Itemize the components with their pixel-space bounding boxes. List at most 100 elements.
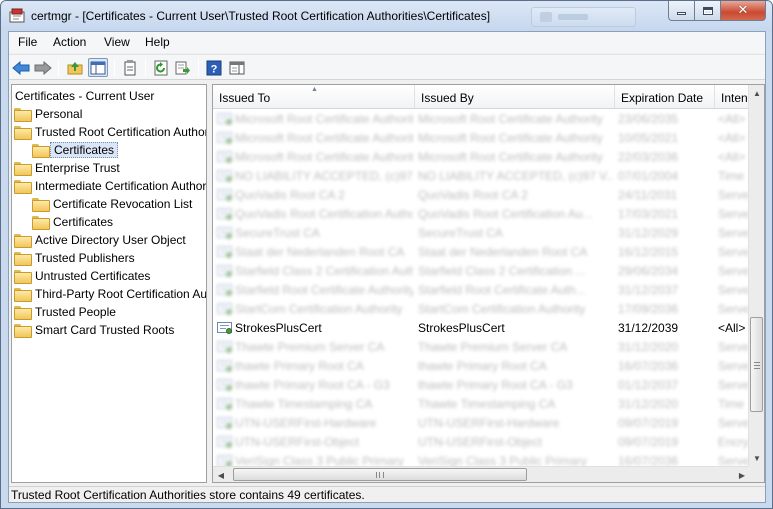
table-row[interactable]: StrokesPlusCert StrokesPlusCert 31/12/2039… [213,319,750,338]
table-row[interactable]: Thawte Timestamping CA Thawte Timestampin… [213,395,750,414]
tree-item[interactable]: Third-Party Root Certification Authoriti… [14,285,207,302]
tree-item[interactable]: Untrusted Certificates [14,267,150,284]
tree-item[interactable]: Smart Card Trusted Roots [14,321,174,338]
table-row[interactable]: Thawte Premium Server CA Thawte Premium S… [213,338,750,357]
cell-expiration: 23/06/2035 [618,112,679,126]
console-tree[interactable]: Certificates - Current User Personal Trus… [11,84,207,483]
tree-item-label: Certificate Revocation List [53,196,193,211]
menu-action[interactable]: Action [53,35,86,49]
table-row[interactable]: NO LIABILITY ACCEPTED, (c)97 VeriSign NO … [213,167,750,186]
vertical-scroll-thumb[interactable] [750,317,763,412]
scroll-down-button[interactable]: ▼ [749,450,764,466]
tree-item[interactable]: Enterprise Trust [14,159,120,176]
title-bar[interactable]: certmgr - [Certificates - Current User\T… [1,1,772,31]
cell-expiration: 31/12/2020 [618,397,679,411]
tree-item-label: Active Directory User Object [35,232,186,247]
refresh-button[interactable] [151,58,171,77]
close-button[interactable]: ✕ [721,1,766,21]
cell-expiration: 17/09/2036 [618,302,679,316]
cell-expiration: 22/03/2036 [618,150,679,164]
cell-issued-by: QuoVadis Root CA 2 [418,188,528,202]
tree-item-label: Third-Party Root Certification Authoriti… [35,286,207,301]
tree-item[interactable]: Personal [14,105,82,122]
cell-expiration: 31/12/2039 [618,321,679,335]
back-arrow-icon [12,60,30,75]
column-issued-by[interactable]: Issued By [415,85,615,108]
cell-issued-to: Microsoft Root Certificate Authority [235,112,413,126]
help-button[interactable]: ? [204,58,224,77]
table-row[interactable]: QuoVadis Root Certification Authority Quo… [213,205,750,224]
show-hide-tree-button[interactable] [88,58,108,77]
tree-item[interactable]: Intermediate Certification Authorities [14,177,206,194]
tree-item[interactable]: Active Directory User Object [14,231,186,248]
folder-icon [14,251,32,266]
cell-purpose: <All> [718,112,746,126]
up-one-level-button[interactable] [65,58,85,77]
scroll-left-button[interactable]: ◀ [213,467,229,482]
minimize-button[interactable] [668,1,695,21]
vertical-scrollbar[interactable]: ▲ ▼ [748,85,764,466]
table-row[interactable]: Microsoft Root Certificate Authority Micr… [213,148,750,167]
cell-issued-to: thawte Primary Root CA [235,359,364,373]
scroll-right-icon: ▶ [738,470,746,480]
table-row[interactable]: Microsoft Root Certificate Authority Micr… [213,129,750,148]
certificate-icon [217,416,233,430]
menu-file[interactable]: File [18,35,37,49]
column-issued-to[interactable]: ▲ Issued To [213,85,415,108]
cell-expiration: 24/11/2031 [618,188,678,202]
cell-purpose: Serve [718,378,750,392]
folder-icon [14,107,32,122]
cell-purpose: Serve [718,302,750,316]
table-row[interactable]: thawte Primary Root CA thawte Primary Roo… [213,357,750,376]
tree-item[interactable]: Trusted Publishers [14,249,135,266]
table-row[interactable]: Starfield Root Certificate Authority Star… [213,281,750,300]
cell-expiration: 09/07/2019 [618,416,679,430]
grip-icon [754,362,760,369]
table-row[interactable]: SecureTrust CA SecureTrust CA 31/12/2029 Se… [213,224,750,243]
tree-item[interactable]: Certificate Revocation List [32,195,192,212]
table-row[interactable]: StartCom Certification Authority StartCom… [213,300,750,319]
certmgr-app-icon [9,8,25,23]
status-bar: Trusted Root Certification Authorities s… [9,486,765,502]
action-pane-button[interactable] [227,58,247,77]
table-row[interactable]: Staat der Nederlanden Root CA Staat der N… [213,243,750,262]
cell-purpose: <All> [718,150,746,164]
scroll-up-button[interactable]: ▲ [749,85,764,101]
table-row[interactable]: Starfield Class 2 Certification Authorit… [213,262,750,281]
column-intended-purposes[interactable]: Intended Purposes [715,85,750,108]
cell-issued-by: Microsoft Root Certificate Authority [418,131,603,145]
tree-item[interactable]: Trusted Root Certification Authorities [14,123,206,140]
horizontal-scrollbar[interactable]: ◀ ▶ [213,466,750,482]
maximize-button[interactable] [695,1,721,21]
scroll-up-icon: ▲ [753,88,761,98]
certmgr-window: certmgr - [Certificates - Current User\T… [0,0,773,509]
column-expiration-date[interactable]: Expiration Date [615,85,715,108]
help-icon: ? [206,60,222,75]
certificate-list[interactable]: ▲ Issued To Issued By Expiration Date In… [212,84,765,483]
table-row[interactable]: thawte Primary Root CA - G3 thawte Primar… [213,376,750,395]
horizontal-scroll-thumb[interactable] [233,468,527,481]
cell-issued-to: NO LIABILITY ACCEPTED, (c)97 VeriSign [235,169,413,183]
menu-help[interactable]: Help [145,35,170,49]
cell-purpose: Encry [718,435,749,449]
tree-root[interactable]: Certificates - Current User [15,87,154,104]
properties-button[interactable] [120,58,140,77]
forward-button[interactable] [33,58,53,77]
cell-issued-to: UTN-USERFirst-Object [235,435,360,449]
tree-root-label: Certificates - Current User [15,88,155,103]
tree-item[interactable]: Certificates [32,141,119,158]
column-expiration-date-label: Expiration Date [621,91,704,105]
export-list-button[interactable] [173,58,193,77]
table-row[interactable]: UTN-USERFirst-Hardware UTN-USERFirst-Hard… [213,414,750,433]
grip-icon [376,472,384,478]
menu-view[interactable]: View [104,35,130,49]
table-row[interactable]: QuoVadis Root CA 2 QuoVadis Root CA 2 24/1… [213,186,750,205]
tree-item[interactable]: Certificates [32,213,113,230]
cell-purpose: Serve [718,340,750,354]
tree-item[interactable]: Trusted People [14,303,116,320]
table-row[interactable]: Microsoft Root Certificate Authority Micr… [213,110,750,129]
table-row[interactable]: UTN-USERFirst-Object UTN-USERFirst-Object… [213,433,750,452]
cell-issued-by: Thawte Timestamping CA [418,397,556,411]
certificate-icon [217,378,233,392]
back-button[interactable] [11,58,31,77]
